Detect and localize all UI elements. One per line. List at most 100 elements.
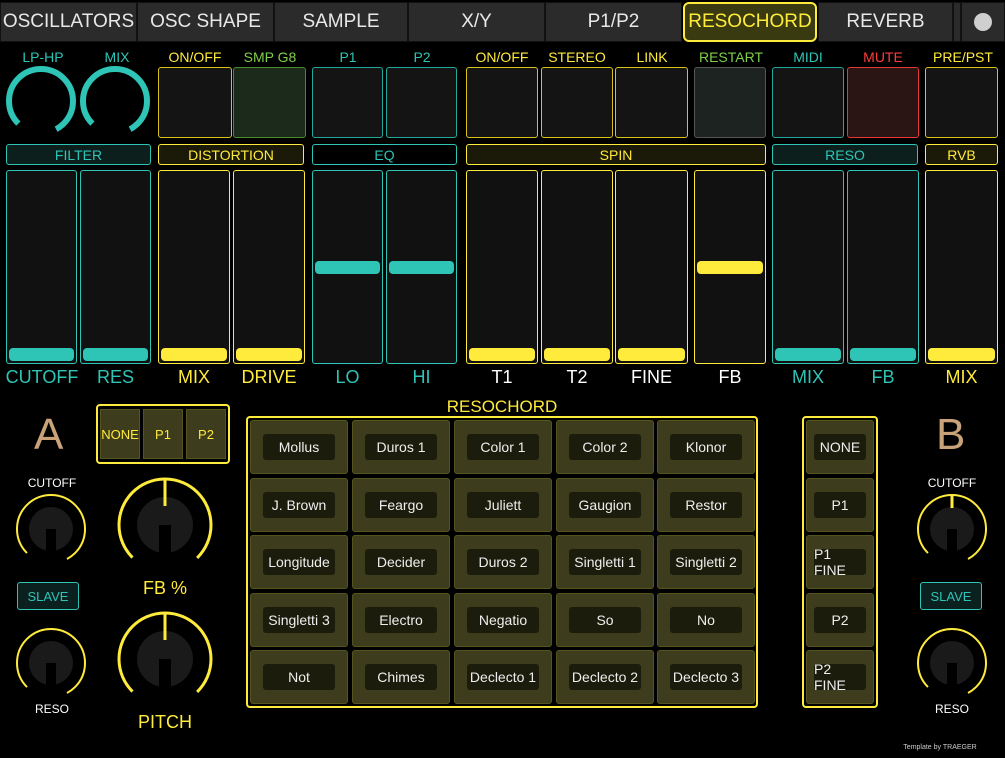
preset-button[interactable]: Restor [657,478,755,532]
preset-button[interactable]: Singletti 2 [657,535,755,589]
preset-button[interactable]: Singletti 3 [250,593,348,647]
preset-button[interactable]: Declecto 2 [556,650,654,704]
fader-handle[interactable] [928,348,995,361]
side-b-mod-button[interactable]: P2 [806,593,874,647]
preset-button[interactable]: Duros 1 [352,420,450,474]
spin-fb-fader[interactable] [694,170,766,364]
fader-handle[interactable] [618,348,685,361]
preset-button[interactable]: Feargo [352,478,450,532]
side-a-reso-knob[interactable] [14,626,88,700]
preset-button[interactable]: Declecto 1 [454,650,552,704]
smp-g8-label: SMP G8 [243,49,297,65]
preset-button[interactable]: Not [250,650,348,704]
fb-percent-label: FB % [142,578,187,598]
tab-osc-shape[interactable]: OSC SHAPE [137,2,274,42]
tab-oscillators[interactable]: OSCILLATORS [0,2,137,42]
side-b-mod-button[interactable]: P2 FINE [806,650,874,704]
fader-handle[interactable] [850,348,916,361]
fader-handle[interactable] [315,260,380,274]
preset-button[interactable]: J. Brown [250,478,348,532]
pre-pst-button[interactable] [925,67,998,138]
mix-knob[interactable] [80,66,150,136]
preset-button[interactable]: Electro [352,593,450,647]
fader-handle[interactable] [544,348,610,361]
preset-button[interactable]: Declecto 3 [657,650,755,704]
side-a-none-button[interactable]: NONE [100,409,140,459]
preset-label: Gaugion [569,492,641,518]
preset-label: Longitude [263,549,335,575]
side-a-p1-button[interactable]: P1 [143,409,183,459]
preset-button[interactable]: Chimes [352,650,450,704]
spin-t2-fader[interactable] [541,170,613,364]
side-a-cutoff-knob[interactable] [14,492,88,566]
preset-button[interactable]: Juliett [454,478,552,532]
side-b-mod-button[interactable]: NONE [806,420,874,474]
preset-button[interactable]: Negatio [454,593,552,647]
res-fader[interactable] [80,170,151,364]
preset-button[interactable]: Mollus [250,420,348,474]
eq-p2-button[interactable] [386,67,457,138]
side-b-letter: B [936,410,966,459]
side-b-mod-button[interactable]: P1 [806,478,874,532]
fader-handle[interactable] [83,348,148,361]
fader-handle[interactable] [161,348,227,361]
preset-button[interactable]: Duros 2 [454,535,552,589]
rvb-mix-fader[interactable] [925,170,998,364]
preset-button[interactable]: Decider [352,535,450,589]
tab-reverb[interactable]: REVERB [818,2,953,42]
fader-handle[interactable] [236,348,302,361]
side-b-reso-knob[interactable] [915,626,989,700]
mute-button[interactable] [847,67,919,138]
eq-p1-button[interactable] [312,67,383,138]
reso-mix-fader[interactable] [772,170,844,364]
cutoff-fader[interactable] [6,170,77,364]
fader-handle[interactable] [469,348,535,361]
fader-handle[interactable] [9,348,74,361]
distortion-onoff-button[interactable] [158,67,232,138]
reso-fb-fader[interactable] [847,170,919,364]
preset-label: Chimes [365,664,437,690]
fader-handle[interactable] [775,348,841,361]
spin-onoff-button[interactable] [466,67,538,138]
side-b-mod-label: P1 [814,492,866,518]
tab-p1p2[interactable]: P1/P2 [545,2,682,42]
preset-button[interactable]: Color 1 [454,420,552,474]
fader-label-lo: LO [335,367,360,387]
smp-g8-button[interactable] [233,67,306,138]
preset-button[interactable]: Gaugion [556,478,654,532]
preset-button[interactable]: Klonor [657,420,755,474]
eq-hi-fader[interactable] [386,170,457,364]
tab-resochord[interactable]: RESOCHORD [683,2,817,42]
spin-fine-fader[interactable] [615,170,688,364]
preset-button[interactable]: Longitude [250,535,348,589]
tab-sample[interactable]: SAMPLE [274,2,408,42]
p1-label: P1 [339,49,357,65]
preset-button[interactable]: So [556,593,654,647]
side-b-mod-button[interactable]: P1 FINE [806,535,874,589]
mute-label: MUTE [863,49,903,65]
preset-button[interactable]: Color 2 [556,420,654,474]
eq-lo-fader[interactable] [312,170,383,364]
stereo-button[interactable] [541,67,613,138]
tab-xy[interactable]: X/Y [408,2,545,42]
lp-hp-knob[interactable] [6,66,76,136]
side-a-p2-button[interactable]: P2 [186,409,226,459]
restart-button[interactable] [694,67,766,138]
drive-fader[interactable] [233,170,305,364]
fb-percent-knob[interactable] [116,476,214,574]
side-a-slave-button[interactable]: SLAVE [17,582,79,610]
side-b-cutoff-knob[interactable] [915,492,989,566]
preset-button[interactable]: Singletti 1 [556,535,654,589]
link-button[interactable] [615,67,688,138]
spin-t1-fader[interactable] [466,170,538,364]
preset-button[interactable]: No [657,593,755,647]
pitch-knob[interactable] [116,610,214,708]
fader-handle[interactable] [389,260,454,274]
fader-label-fine: FINE [630,367,672,387]
preset-label: Color 1 [467,434,539,460]
dist-mix-fader[interactable] [158,170,230,364]
menu-button[interactable] [961,2,1005,42]
midi-button[interactable] [772,67,844,138]
fader-handle[interactable] [697,260,763,274]
side-b-slave-button[interactable]: SLAVE [920,582,982,610]
